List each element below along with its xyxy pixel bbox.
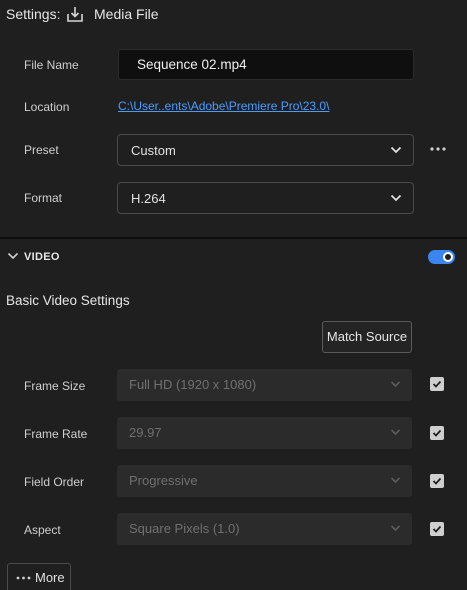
location-link[interactable]: C:\User..ents\Adobe\Premiere Pro\23.0\	[118, 99, 329, 113]
preset-label: Preset	[24, 143, 59, 157]
chevron-down-icon	[390, 477, 401, 484]
settings-label: Settings:	[6, 6, 61, 22]
frame-rate-value: 29.97	[129, 425, 162, 440]
aspect-label: Aspect	[24, 523, 61, 537]
frame-rate-select[interactable]: 29.97	[117, 417, 412, 449]
toggle-knob	[443, 252, 453, 262]
checkmark-icon	[432, 429, 442, 437]
chevron-down-icon	[390, 525, 401, 532]
checkmark-icon	[432, 525, 442, 533]
checkmark-icon	[432, 477, 442, 485]
more-button-label: More	[35, 570, 65, 585]
download-icon	[67, 7, 83, 22]
field-order-label: Field Order	[24, 475, 85, 489]
frame-size-label: Frame Size	[24, 379, 86, 393]
frame-size-value: Full HD (1920 x 1080)	[129, 377, 257, 392]
chevron-down-icon	[390, 194, 402, 202]
format-label: Format	[24, 191, 63, 205]
frame-rate-label: Frame Rate	[24, 427, 88, 441]
aspect-value: Square Pixels (1.0)	[129, 521, 240, 536]
frame-size-select[interactable]: Full HD (1920 x 1080)	[117, 369, 412, 401]
field-order-checkbox[interactable]	[430, 474, 444, 488]
settings-header: Settings: Media File	[0, 0, 467, 34]
checkmark-icon	[432, 380, 442, 388]
preset-select[interactable]: Custom	[117, 134, 414, 166]
frame-rate-checkbox[interactable]	[430, 426, 444, 440]
section-divider	[0, 237, 467, 239]
more-options-icon[interactable]	[428, 143, 448, 155]
file-name-input[interactable]: Sequence 02.mp4	[118, 49, 414, 80]
video-enable-toggle[interactable]	[428, 250, 455, 264]
basic-video-settings-title: Basic Video Settings	[6, 293, 130, 308]
format-value: H.264	[131, 191, 166, 206]
frame-size-checkbox[interactable]	[430, 377, 444, 391]
video-section-title[interactable]: VIDEO	[24, 251, 60, 263]
export-settings-panel: Settings: Media File File Name Sequence …	[0, 0, 467, 590]
chevron-down-icon	[390, 146, 402, 154]
aspect-select[interactable]: Square Pixels (1.0)	[117, 513, 412, 545]
aspect-checkbox[interactable]	[430, 522, 444, 536]
more-button[interactable]: More	[7, 563, 71, 590]
location-label: Location	[24, 100, 70, 114]
media-file-title: Media File	[94, 6, 159, 22]
file-name-label: File Name	[24, 58, 79, 72]
chevron-down-icon	[390, 381, 401, 388]
chevron-down-icon	[390, 429, 401, 436]
ellipsis-icon	[16, 576, 31, 580]
field-order-value: Progressive	[129, 473, 198, 488]
field-order-select[interactable]: Progressive	[117, 465, 412, 497]
match-source-button[interactable]: Match Source	[322, 321, 412, 353]
preset-value: Custom	[131, 143, 176, 158]
format-select[interactable]: H.264	[117, 182, 414, 214]
collapse-chevron-icon[interactable]	[7, 251, 19, 261]
